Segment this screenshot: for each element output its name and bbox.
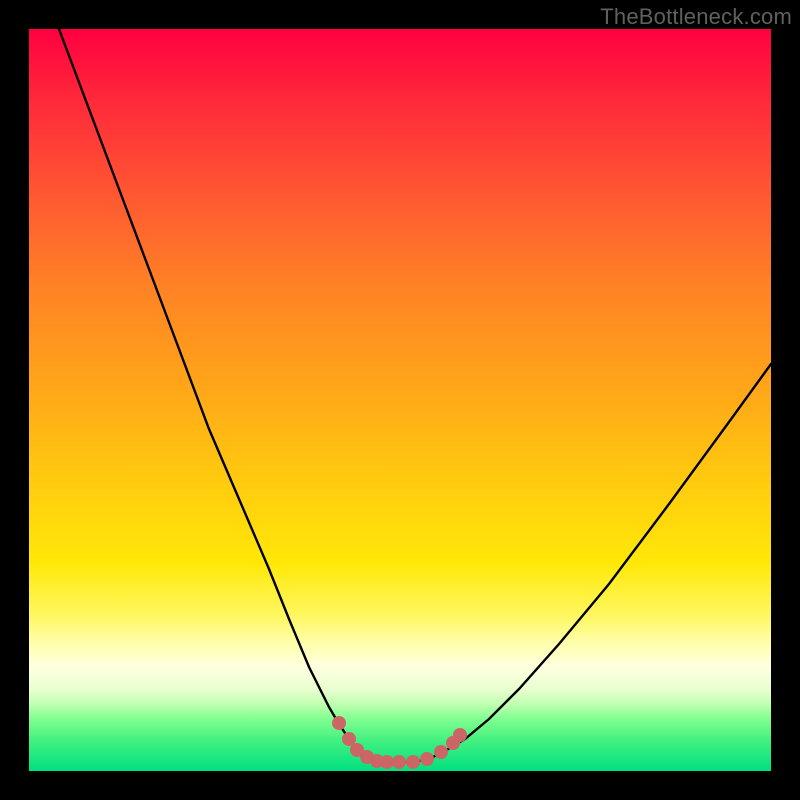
trough-marker bbox=[420, 752, 434, 766]
bottleneck-curve bbox=[59, 29, 771, 762]
trough-marker bbox=[380, 755, 394, 769]
plot-area bbox=[29, 29, 771, 771]
trough-marker bbox=[434, 745, 448, 759]
trough-marker bbox=[453, 728, 467, 742]
chart-svg bbox=[29, 29, 771, 771]
trough-markers bbox=[332, 716, 467, 769]
trough-marker bbox=[406, 755, 420, 769]
trough-marker bbox=[332, 716, 346, 730]
watermark-text: TheBottleneck.com bbox=[600, 4, 792, 30]
outer-frame: TheBottleneck.com bbox=[0, 0, 800, 800]
trough-marker bbox=[392, 755, 406, 769]
